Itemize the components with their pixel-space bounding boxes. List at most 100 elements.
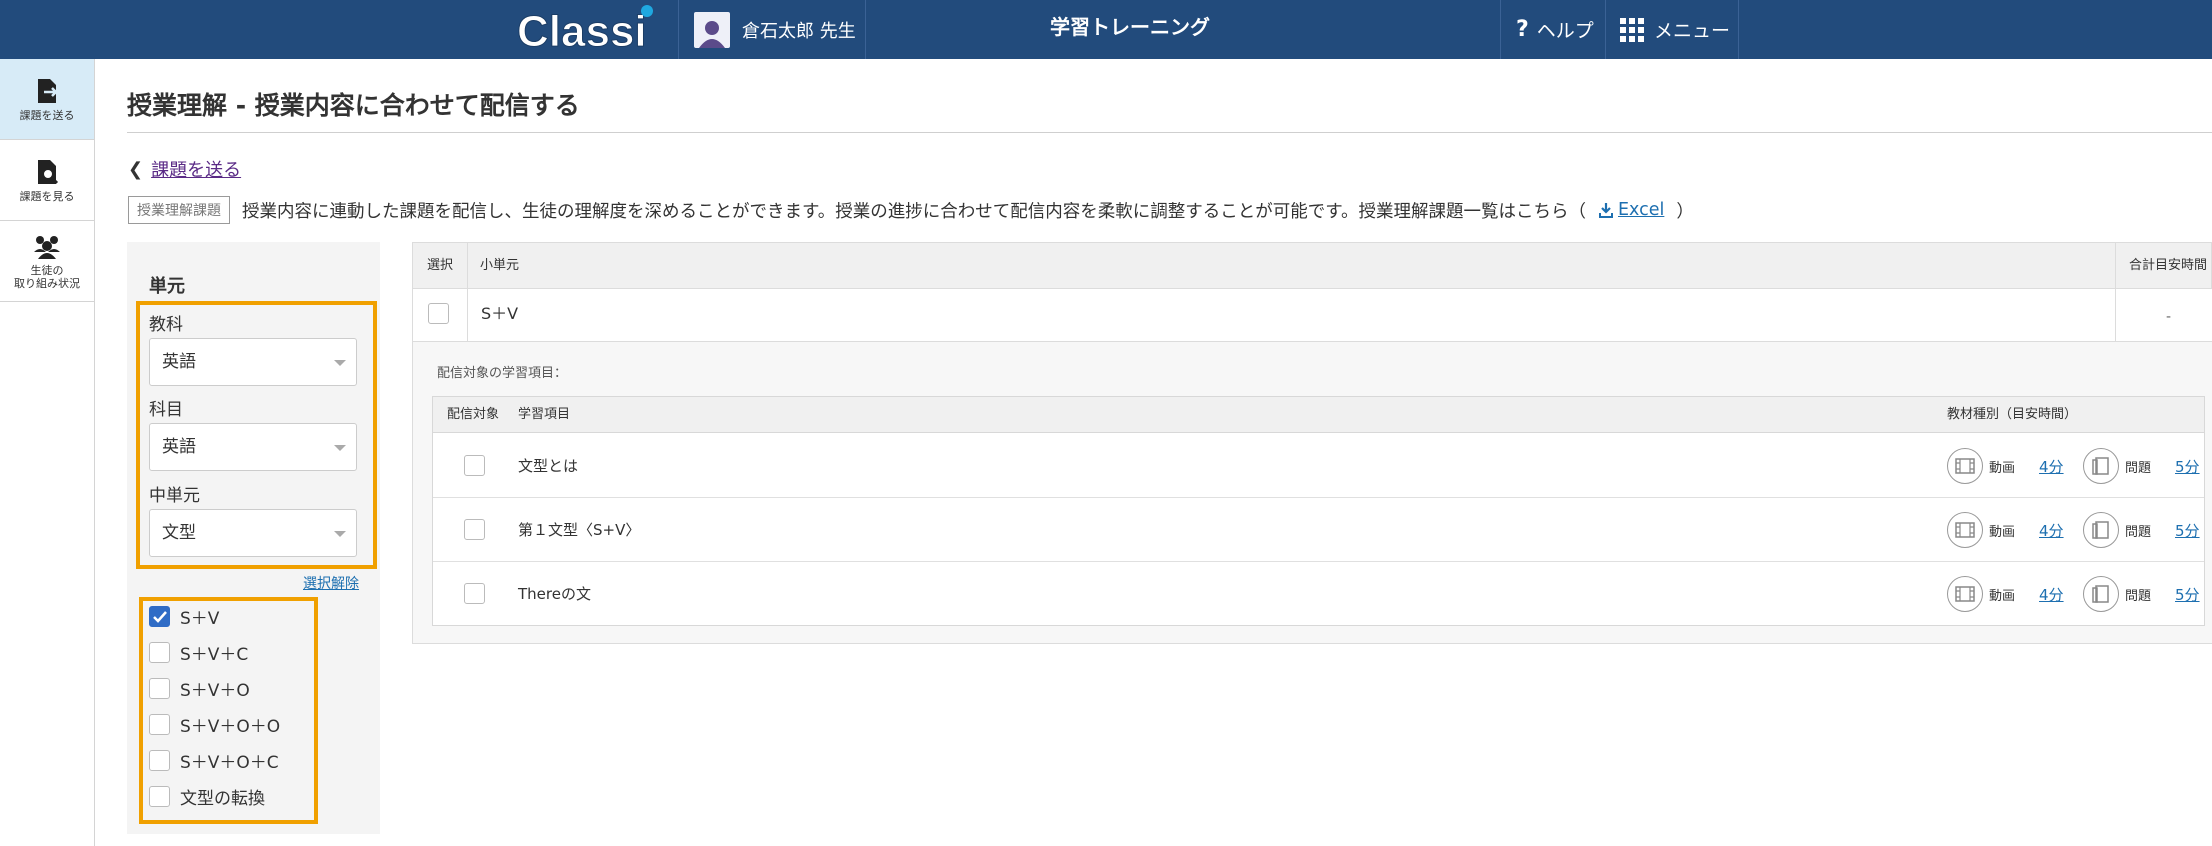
header-divider xyxy=(1738,0,1739,59)
problem-material[interactable]: 問題 5分 xyxy=(2083,448,2200,484)
row-total-time: - xyxy=(2166,309,2172,325)
user-profile[interactable]: 倉石太郎 先生 xyxy=(694,0,856,59)
course-select-value: 英語 xyxy=(162,437,196,457)
video-time[interactable]: 4分 xyxy=(2039,520,2064,541)
subunit-option[interactable]: S＋V xyxy=(149,604,219,629)
problem-label: 問題 xyxy=(2125,524,2152,540)
description-text: 授業内容に連動した課題を配信し、生徒の理解度を深めることができます。授業の進捗に… xyxy=(242,201,1586,222)
book-icon xyxy=(2083,448,2119,484)
subunit-option-label: 文型の転換 xyxy=(180,789,265,809)
video-time[interactable]: 4分 xyxy=(2039,456,2064,477)
grid-menu-icon xyxy=(1620,17,1644,42)
description-row: 授業理解課題 授業内容に連動した課題を配信し、生徒の理解度を深めることができます… xyxy=(128,196,1694,224)
problem-material[interactable]: 問題 5分 xyxy=(2083,512,2200,548)
checkbox[interactable] xyxy=(149,714,170,735)
app-title: 学習トレーニング xyxy=(1050,15,1210,39)
problem-label: 問題 xyxy=(2125,588,2152,604)
item-checkbox[interactable] xyxy=(464,455,485,476)
detail-label: 配信対象の学習項目： xyxy=(437,366,568,381)
problem-time[interactable]: 5分 xyxy=(2175,520,2200,541)
nav-label-line: 生徒の xyxy=(30,264,64,277)
user-name: 倉石太郎 先生 xyxy=(742,20,856,42)
subunit-option[interactable]: S＋V＋C xyxy=(149,640,248,665)
book-icon xyxy=(2083,512,2119,548)
learning-item-row[interactable]: Thereの文 動画 4分 問題 5分 xyxy=(433,562,2204,626)
learning-items-detail: 配信対象の学習項目： 配信対象 学習項目 教材種別（目安時間） 文型とは 動画 … xyxy=(412,342,2212,644)
clear-selection-link[interactable]: 選択解除 xyxy=(303,573,359,593)
checkmark-icon xyxy=(152,610,167,623)
checkbox[interactable] xyxy=(149,642,170,663)
left-nav: 課題を送る 課題を見る 生徒の 取り組み状況 xyxy=(0,59,95,846)
subunit-option[interactable]: S＋V＋O xyxy=(149,676,250,701)
column-divider xyxy=(2115,243,2116,288)
col-select: 選択 xyxy=(427,258,454,273)
nav-send-assignment[interactable]: 課題を送る xyxy=(0,59,94,140)
header-divider xyxy=(1605,0,1606,59)
header-divider xyxy=(865,0,866,59)
col-target: 配信対象 xyxy=(447,407,500,422)
problem-material[interactable]: 問題 5分 xyxy=(2083,576,2200,612)
subunit-option-label: S＋V＋O＋C xyxy=(180,753,279,773)
subunit-option[interactable]: 文型の転換 xyxy=(149,784,265,809)
film-icon xyxy=(1947,448,1983,484)
caret-down-icon xyxy=(334,445,346,451)
video-time[interactable]: 4分 xyxy=(2039,584,2064,605)
user-silhouette-icon xyxy=(699,20,725,48)
video-material[interactable]: 動画 4分 xyxy=(1947,512,2064,548)
col-total-time: 合計目安時間 xyxy=(2129,258,2208,273)
description-close-paren: ） xyxy=(1676,201,1694,222)
film-icon xyxy=(1947,512,1983,548)
unit-filter-panel: 単元 教科 英語 科目 英語 中単元 文型 選択解除 S＋V S＋V＋C S＋V… xyxy=(127,242,380,834)
learning-item-row[interactable]: 文型とは 動画 4分 問題 5分 xyxy=(433,434,2204,498)
video-label: 動画 xyxy=(1989,460,2016,476)
back-link-label: 課題を送る xyxy=(151,160,242,181)
video-material[interactable]: 動画 4分 xyxy=(1947,448,2064,484)
item-checkbox[interactable] xyxy=(464,519,485,540)
nav-view-assignment[interactable]: 課題を見る xyxy=(0,140,94,221)
top-header: Classi 倉石太郎 先生 学習トレーニング ? ヘルプ メニュー xyxy=(0,0,2212,59)
title-divider xyxy=(127,132,2212,133)
item-name: Thereの文 xyxy=(518,585,591,603)
subject-select-value: 英語 xyxy=(162,352,196,372)
send-assignment-icon xyxy=(38,78,58,103)
unit-select[interactable]: 文型 xyxy=(149,509,357,557)
table-row[interactable]: S＋V - xyxy=(412,289,2212,342)
excel-download-link[interactable]: Excel xyxy=(1598,200,1664,220)
logo-text: Classi xyxy=(517,7,647,56)
subunit-option-label: S＋V xyxy=(180,609,220,629)
problem-time[interactable]: 5分 xyxy=(2175,456,2200,477)
item-checkbox[interactable] xyxy=(464,583,485,604)
video-material[interactable]: 動画 4分 xyxy=(1947,576,2064,612)
nav-label: 課題を送る xyxy=(19,108,75,122)
subunit-option[interactable]: S＋V＋O＋O xyxy=(149,712,280,737)
course-select[interactable]: 英語 xyxy=(149,423,357,471)
download-icon xyxy=(1599,203,1613,218)
subunit-option-label: S＋V＋O＋O xyxy=(180,717,281,737)
row-checkbox[interactable] xyxy=(428,303,449,324)
column-divider xyxy=(2115,289,2116,341)
problem-time[interactable]: 5分 xyxy=(2175,584,2200,605)
chevron-left-icon: ❮ xyxy=(128,158,144,180)
checkbox[interactable] xyxy=(149,606,170,627)
logo-dot xyxy=(641,5,653,17)
problem-label: 問題 xyxy=(2125,460,2152,476)
back-link[interactable]: ❮ 課題を送る xyxy=(128,156,241,182)
page-title: 授業理解 - 授業内容に合わせて配信する xyxy=(127,91,580,120)
category-badge: 授業理解課題 xyxy=(128,196,230,224)
unit-label: 中単元 xyxy=(149,486,200,506)
subject-select[interactable]: 英語 xyxy=(149,338,357,386)
checkbox[interactable] xyxy=(149,678,170,699)
col-item: 学習項目 xyxy=(518,407,571,422)
subunit-option[interactable]: S＋V＋O＋C xyxy=(149,748,279,773)
checkbox[interactable] xyxy=(149,750,170,771)
menu-button[interactable]: メニュー xyxy=(1620,0,1730,59)
filter-title: 単元 xyxy=(149,276,185,297)
header-divider xyxy=(1500,0,1501,59)
header-divider xyxy=(678,0,679,59)
subject-label: 教科 xyxy=(149,315,183,335)
checkbox[interactable] xyxy=(149,786,170,807)
help-button[interactable]: ? ヘルプ xyxy=(1516,0,1594,59)
classi-logo[interactable]: Classi xyxy=(513,2,663,57)
nav-student-progress[interactable]: 生徒の 取り組み状況 xyxy=(0,221,94,302)
learning-item-row[interactable]: 第１文型〈S+V〉 動画 4分 問題 5分 xyxy=(433,498,2204,562)
